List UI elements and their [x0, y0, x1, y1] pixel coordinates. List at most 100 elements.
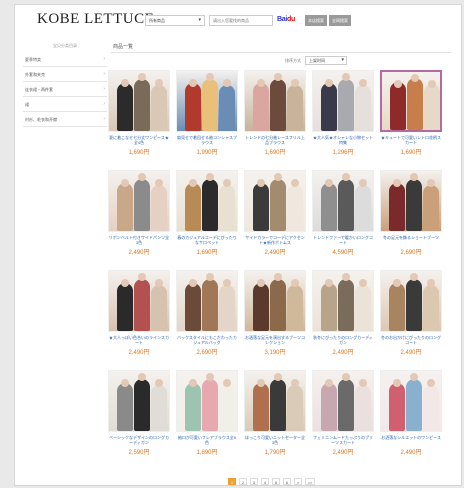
- baidu-logo[interactable]: Baidu: [277, 16, 295, 23]
- product-card[interactable]: お洒落なシルエットのワンピース 2,490円: [380, 370, 442, 470]
- search-category-value: 所有商品: [149, 18, 165, 23]
- search-all-button[interactable]: 全网搜索: [329, 15, 351, 26]
- product-title[interactable]: 肩見せで着回せる袖コンシャスブラウス: [176, 135, 238, 145]
- chevron-right-icon: ›: [103, 71, 105, 77]
- product-card[interactable]: 秋冬にぴったりのロングカーディガン 2,490円: [312, 270, 374, 370]
- product-image[interactable]: [380, 370, 442, 432]
- product-price: 1,690円: [264, 150, 286, 156]
- product-image[interactable]: [312, 370, 374, 432]
- product-image[interactable]: [312, 270, 374, 332]
- page-link[interactable]: 1: [228, 478, 236, 485]
- product-title[interactable]: 冬のお出かけにぴったりのロングコート: [380, 335, 442, 345]
- page-link[interactable]: 2: [239, 478, 247, 485]
- chevron-right-icon: ›: [103, 86, 105, 92]
- sidebar: 宝贝分类目录 夏季特卖 › 外套和夹克 › 连衣裙・两件套 › 裙 › 衬衫、毛衣和开襟…: [23, 43, 107, 127]
- sidebar-item[interactable]: 连衣裙・两件套 ›: [23, 82, 107, 97]
- product-title[interactable]: 夏に着こなせ七分丈ワンピース★全4色: [108, 135, 170, 145]
- sidebar-title: 宝贝分类目录: [53, 43, 77, 48]
- product-image[interactable]: [108, 70, 170, 132]
- search-category-select[interactable]: 所有商品 ▾: [145, 15, 205, 26]
- product-title[interactable]: ★大人気★オシャレな小物セット特集: [312, 135, 374, 145]
- product-image[interactable]: [176, 270, 238, 332]
- page-link[interactable]: >: [294, 478, 302, 485]
- product-image[interactable]: [176, 170, 238, 232]
- product-card[interactable]: ほっこり可愛いニットセーター全3色 1,790円: [244, 370, 306, 470]
- product-price: 1,296円: [332, 150, 354, 156]
- product-card[interactable]: ★キュートで可愛いレトロ花柄スカート 1,690円: [380, 70, 442, 170]
- product-card[interactable]: 冬のお出かけにぴったりのロングコート 2,490円: [380, 270, 442, 370]
- product-title[interactable]: ベーシックなデザインのロングカーディガン: [108, 435, 170, 445]
- product-card[interactable]: サイドカラーでコーデにアクセント★新作ボトムス 2,490円: [244, 170, 306, 270]
- product-title[interactable]: ★キュートで可愛いレトロ花柄スカート: [380, 135, 442, 145]
- product-card[interactable]: バックスタイルにもこだわったカジュアルバッグ 2,690円: [176, 270, 238, 370]
- product-card[interactable]: ベーシックなデザインのロングカーディガン 2,590円: [108, 370, 170, 470]
- product-image[interactable]: [176, 370, 238, 432]
- header: KOBE LETTUCE 所有商品 ▾ 请出入您要找的商品 Baidu 本店搜索…: [15, 5, 461, 35]
- store-logo[interactable]: KOBE LETTUCE: [37, 11, 154, 28]
- product-title[interactable]: サイドカラーでコーデにアクセント★新作ボトムス: [244, 235, 306, 245]
- product-card[interactable]: ★大人っぽい色合いのラインスカート 2,490円: [108, 270, 170, 370]
- product-image[interactable]: [108, 270, 170, 332]
- sidebar-item[interactable]: 衬衫、毛衣和开襟 ›: [23, 112, 107, 127]
- product-image[interactable]: [244, 270, 306, 332]
- product-price: 2,490円: [128, 350, 150, 356]
- product-price: 1,690円: [196, 250, 218, 256]
- page-link[interactable]: 5: [272, 478, 280, 485]
- product-title[interactable]: ★大人っぽい色合いのラインスカート: [108, 335, 170, 345]
- product-price: 1,790円: [264, 450, 286, 456]
- product-card[interactable]: ★大人気★オシャレな小物セット特集 1,296円: [312, 70, 374, 170]
- page-link[interactable]: 4: [261, 478, 269, 485]
- product-title[interactable]: バックスタイルにもこだわったカジュアルバッグ: [176, 335, 238, 345]
- product-image[interactable]: [380, 70, 442, 132]
- product-image[interactable]: [108, 170, 170, 232]
- product-card[interactable]: 春のカジュアルコーデにぴったりなサロペット 1,690円: [176, 170, 238, 270]
- product-card[interactable]: 肩見せで着回せる袖コンシャスブラウス 1,990円: [176, 70, 238, 170]
- product-price: 4,590円: [332, 250, 354, 256]
- product-image[interactable]: [244, 370, 306, 432]
- product-price: 2,490円: [400, 450, 422, 456]
- page-link[interactable]: 3: [250, 478, 258, 485]
- product-card[interactable]: 袖口が可愛いフレアブラウス全5色 1,890円: [176, 370, 238, 470]
- page-link[interactable]: >>: [305, 478, 315, 485]
- product-image[interactable]: [380, 170, 442, 232]
- product-card[interactable]: リボンベルト付きワイドパンツ全3色 2,490円: [108, 170, 170, 270]
- sidebar-item[interactable]: 夏季特卖 ›: [23, 52, 107, 67]
- product-card[interactable]: トレンドの七分袖レースフリル上品ブラウス 1,690円: [244, 70, 306, 170]
- product-image[interactable]: [244, 70, 306, 132]
- product-title[interactable]: 春のカジュアルコーデにぴったりなサロペット: [176, 235, 238, 245]
- product-image[interactable]: [108, 370, 170, 432]
- product-image[interactable]: [312, 170, 374, 232]
- search-placeholder: 请出入您要找的商品: [213, 18, 249, 23]
- product-title[interactable]: 袖口が可愛いフレアブラウス全5色: [176, 435, 238, 445]
- product-card[interactable]: フェミニンムードたっぷりのプリーツスカート 2,490円: [312, 370, 374, 470]
- product-image[interactable]: [244, 170, 306, 232]
- product-title[interactable]: トレンドの七分袖レースフリル上品ブラウス: [244, 135, 306, 145]
- product-image[interactable]: [176, 70, 238, 132]
- product-title[interactable]: ほっこり可愛いニットセーター全3色: [244, 435, 306, 445]
- chevron-right-icon: ›: [103, 101, 105, 107]
- product-card[interactable]: お洒落な足元を演出するブーツコレクション 3,190円: [244, 270, 306, 370]
- product-title[interactable]: お洒落な足元を演出するブーツコレクション: [244, 335, 306, 345]
- product-title[interactable]: 秋冬にぴったりのロングカーディガン: [312, 335, 374, 345]
- sidebar-item[interactable]: 外套和夹克 ›: [23, 67, 107, 82]
- product-title[interactable]: リボンベルト付きワイドパンツ全3色: [108, 235, 170, 245]
- search-input[interactable]: 请出入您要找的商品: [209, 15, 273, 26]
- product-card[interactable]: トレンドファーで暖かいロングコート 4,590円: [312, 170, 374, 270]
- chevron-right-icon: ›: [103, 116, 105, 122]
- chevron-down-icon: ▾: [341, 57, 344, 63]
- product-title[interactable]: お洒落なシルエットのワンピース: [380, 435, 442, 445]
- product-card[interactable]: 冬の足元を飾るショートブーツ 2,690円: [380, 170, 442, 270]
- sidebar-item[interactable]: 裙 ›: [23, 97, 107, 112]
- product-card[interactable]: 夏に着こなせ七分丈ワンピース★全4色 1,690円: [108, 70, 170, 170]
- main-content: 商品一覧: [111, 43, 459, 53]
- product-price: 2,490円: [332, 450, 354, 456]
- product-price: 3,190円: [264, 350, 286, 356]
- product-title[interactable]: トレンドファーで暖かいロングコート: [312, 235, 374, 245]
- product-title[interactable]: フェミニンムードたっぷりのプリーツスカート: [312, 435, 374, 445]
- product-image[interactable]: [312, 70, 374, 132]
- product-title[interactable]: 冬の足元を飾るショートブーツ: [380, 235, 442, 245]
- search-site-button[interactable]: 本店搜索: [305, 15, 327, 26]
- page-link[interactable]: 6: [283, 478, 291, 485]
- sort-select[interactable]: 上架时间 ▾: [305, 56, 347, 65]
- product-image[interactable]: [380, 270, 442, 332]
